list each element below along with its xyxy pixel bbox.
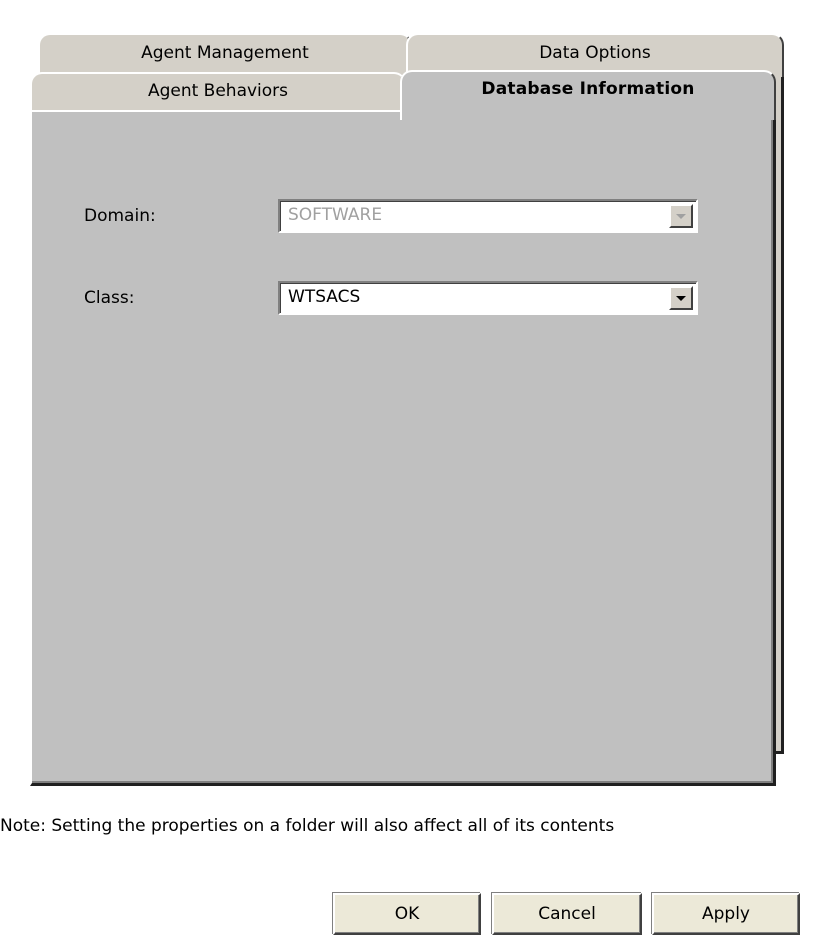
tab-agent-management[interactable]: Agent Management <box>38 33 412 77</box>
chevron-down-icon <box>676 213 686 219</box>
domain-dropdown-button <box>669 204 693 228</box>
tab-label: Agent Behaviors <box>147 81 289 101</box>
ok-button[interactable]: OK <box>333 893 481 935</box>
tab-label: Data Options <box>539 43 651 63</box>
class-value: WTSACS <box>288 287 361 307</box>
chevron-down-icon <box>676 295 686 301</box>
cancel-button[interactable]: Cancel <box>492 893 642 935</box>
database-information-panel: Domain: SOFTWARE Class: WTSACS <box>30 110 776 786</box>
class-select[interactable]: WTSACS <box>278 281 698 315</box>
properties-dialog: Agent Management Data Options Agent Beha… <box>0 0 818 935</box>
apply-button[interactable]: Apply <box>652 893 800 935</box>
class-label: Class: <box>84 288 135 308</box>
domain-value: SOFTWARE <box>288 205 383 225</box>
class-dropdown-button[interactable] <box>669 286 693 310</box>
tab-database-information[interactable]: Database Information <box>400 70 776 120</box>
folder-note-text: Note: Setting the properties on a folder… <box>0 816 615 836</box>
domain-select: SOFTWARE <box>278 199 698 233</box>
tab-label: Agent Management <box>141 43 309 63</box>
domain-label: Domain: <box>84 206 156 226</box>
tab-label: Database Information <box>481 79 695 99</box>
